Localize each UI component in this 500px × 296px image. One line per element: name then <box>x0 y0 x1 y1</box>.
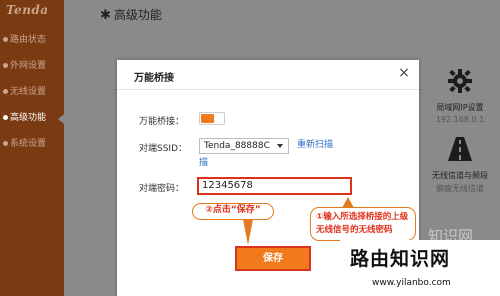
brand-logo: Tenda <box>6 3 49 17</box>
sidebar-item-advanced[interactable]: 高级功能 <box>0 108 64 128</box>
dialog-header: 万能桥接 × <box>117 60 419 90</box>
password-field[interactable]: 12345678 <box>197 177 352 195</box>
sidebar-item-label: 外网设置 <box>10 61 47 71</box>
password-label: 对端密码： <box>139 184 185 194</box>
save-button[interactable]: 保存 <box>235 246 311 271</box>
active-indicator-icon <box>58 114 64 124</box>
sidebar-item-label: 无线设置 <box>10 87 47 97</box>
tile-lan-ip[interactable]: 局域网IP设置 192.168.0.1 <box>420 68 500 124</box>
ssid-value: Tenda_88888C <box>204 141 270 151</box>
bullet-icon <box>3 89 8 94</box>
sidebar-item-wan[interactable]: 外网设置 <box>0 56 64 76</box>
tile-sub: 192.168.0.1 <box>435 115 485 124</box>
bullet-icon <box>3 63 8 68</box>
sidebar: Tenda 路由状态 外网设置 无线设置 高级功能 系统设置 <box>0 0 64 296</box>
page-title-text: 高级功能 <box>113 8 162 22</box>
watermark-url: www.yilanbo.com <box>372 278 451 288</box>
bullet-icon <box>3 37 8 42</box>
dialog-title: 万能桥接 <box>134 73 174 84</box>
ssid-label: 对端SSID： <box>139 144 188 154</box>
tile-label: 局域网IP设置 <box>436 103 484 112</box>
bullet-icon <box>3 141 8 146</box>
password-annotation: ①输入所选择桥接的上级无线信号的无线密码 <box>310 207 416 241</box>
toggle-knob <box>201 114 214 123</box>
sidebar-item-status[interactable]: 路由状态 <box>0 30 64 50</box>
page-title: ✱ 高级功能 <box>100 6 162 23</box>
sidebar-item-wireless[interactable]: 无线设置 <box>0 82 64 102</box>
save-annotation: ②点击“保存” <box>192 203 274 220</box>
rescan-link-wrap[interactable]: 描 <box>199 156 208 170</box>
bullet-icon <box>3 115 8 120</box>
bridge-toggle[interactable] <box>199 112 225 125</box>
sidebar-item-label: 系统设置 <box>10 139 47 149</box>
road-icon <box>448 137 472 161</box>
rescan-link[interactable]: 重新扫描 <box>297 138 333 152</box>
sidebar-item-system[interactable]: 系统设置 <box>0 134 64 154</box>
tile-wireless-channel[interactable]: 无线信道与频段 偏瘦无线信道 <box>420 136 500 194</box>
star-icon: ✱ <box>100 8 111 23</box>
ssid-select[interactable]: Tenda_88888C <box>199 138 289 154</box>
gear-icon <box>448 69 472 93</box>
bridge-label: 万能桥接： <box>139 117 185 127</box>
tile-label: 无线信道与频段 <box>432 171 488 180</box>
chevron-down-icon <box>277 144 283 148</box>
watermark-title: 路由知识网 <box>350 248 451 270</box>
tile-sub: 偏瘦无线信道 <box>436 184 484 193</box>
sidebar-item-label: 路由状态 <box>10 35 47 45</box>
callout-pointer <box>243 219 253 245</box>
close-icon[interactable]: × <box>395 64 413 82</box>
sidebar-item-label: 高级功能 <box>10 113 47 123</box>
